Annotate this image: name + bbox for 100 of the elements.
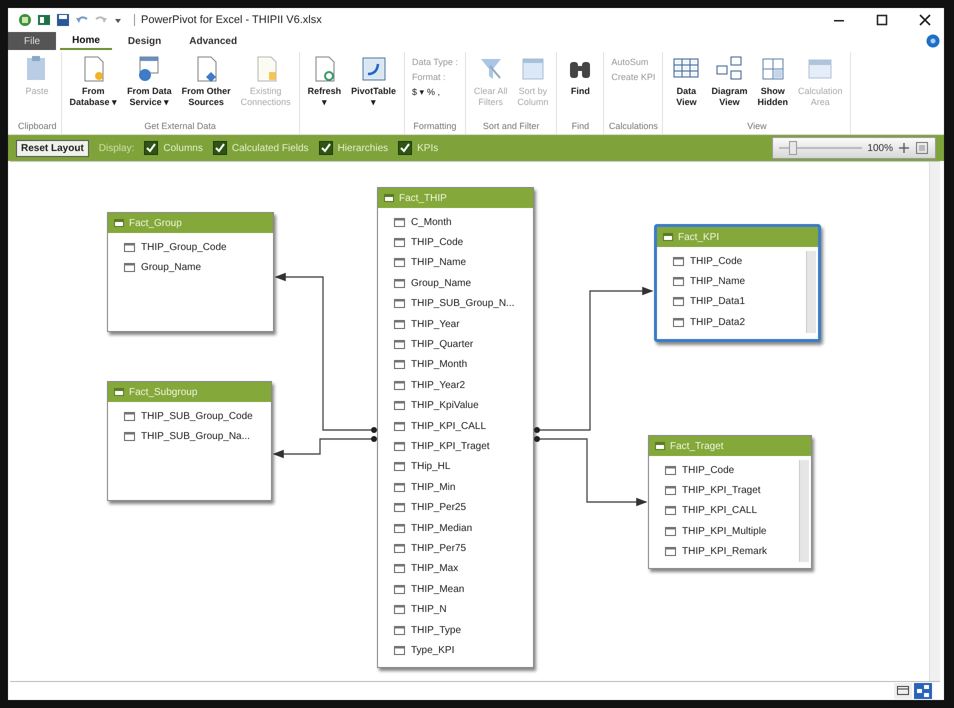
column-icon [673, 297, 684, 306]
column-icon [673, 277, 684, 286]
column-name[interactable]: THIP_KPI_Multiple [682, 526, 766, 537]
checkbox-label: Hierarchies [338, 142, 388, 154]
column-name[interactable]: THIP_KPI_CALL [682, 505, 758, 516]
column-icon [673, 256, 684, 266]
column-icon [394, 422, 405, 431]
column-icon [394, 238, 405, 248]
ribbon-button[interactable]: Diagram View [707, 52, 752, 110]
column-icon [394, 442, 405, 451]
app-icon [18, 13, 32, 27]
column-name[interactable]: THIP_Median [411, 522, 472, 534]
ribbon-button[interactable]: Data View [667, 52, 706, 110]
checkbox-label: Columns [163, 142, 203, 154]
column-name[interactable]: THIP_Quarter [411, 339, 474, 350]
ribbon-button[interactable]: Show Hidden [753, 52, 792, 110]
scrollbar[interactable] [929, 162, 940, 681]
fit-icon[interactable] [915, 141, 929, 155]
table-title: Fact_Subgroup [129, 386, 198, 398]
table-icon [663, 233, 673, 241]
slider-thumb[interactable] [789, 141, 797, 155]
table-icon [114, 219, 124, 227]
column-name[interactable]: THIP_Code [682, 464, 734, 476]
save-icon[interactable] [56, 13, 70, 27]
column-name[interactable]: THIP_KPI_CALL [411, 420, 486, 432]
column-name[interactable]: THIP_Group_Code [141, 242, 227, 253]
column-name[interactable]: THIP_Data2 [690, 316, 746, 328]
column-name[interactable]: THIP_N [411, 604, 447, 616]
column-name[interactable]: Type_KPI [411, 644, 454, 656]
ribbon-tab[interactable]: Home [60, 32, 112, 50]
column-name[interactable]: THIP_KpiValue [411, 400, 479, 412]
table-card[interactable]: Fact_Group THIP_Group_Code Group_Name [107, 212, 274, 332]
table-card[interactable] [377, 187, 534, 668]
column-name[interactable]: THIP_Code [411, 237, 464, 248]
scrollbar[interactable] [799, 460, 809, 562]
column-name[interactable]: THIP_Name [690, 276, 746, 288]
column-name[interactable]: THIP_Type [411, 624, 462, 636]
checkbox[interactable] [144, 141, 158, 155]
column-icon [394, 524, 405, 533]
table-card[interactable]: Fact_Traget THIP_Code THIP_KPI_Traget THIP_KPI_CALL THIP_KPI_Multiple THIP_KPI_Remark [648, 435, 812, 569]
ribbon-button[interactable]: $ ▾ % , [409, 86, 461, 98]
table-icon [114, 388, 124, 396]
checkbox[interactable] [398, 141, 412, 155]
column-icon [394, 340, 405, 350]
column-name[interactable]: THIP_Month [411, 359, 468, 370]
ribbon-button[interactable]: From Other Sources [178, 52, 235, 110]
checkbox-label: Calculated Fields [232, 142, 309, 154]
diagram-view-button[interactable] [914, 683, 932, 699]
column-name[interactable]: THIP_Code [690, 256, 742, 267]
column-icon [394, 360, 405, 370]
column-name[interactable]: THIP_KPI_Traget [411, 440, 490, 452]
column-name[interactable]: THIP_Min [411, 482, 456, 493]
column-name[interactable]: THIP_Max [411, 563, 458, 574]
checkbox[interactable] [212, 141, 227, 155]
ribbon-button[interactable]: From Data Service ▾ [123, 52, 176, 110]
table-card[interactable]: Fact_KPI THIP_Code THIP_Name THIP_Data1 THIP_Data2 [654, 224, 821, 342]
spreadsheet-icon[interactable] [37, 13, 51, 27]
group-label: Get External Data [143, 121, 217, 133]
column-name[interactable]: THIP_Data1 [690, 296, 746, 308]
zoom-slider[interactable] [779, 141, 862, 155]
column-name[interactable]: THIP_Per25 [411, 502, 466, 514]
table-title: Fact_THIP [399, 192, 447, 204]
group-label: View [746, 121, 768, 133]
group-label: Find [570, 121, 590, 133]
column-name[interactable]: THIP_KPI_Remark [682, 546, 768, 558]
table-title: Fact_Traget [670, 440, 724, 452]
column-name[interactable]: Group_Name [141, 262, 202, 274]
column-name[interactable]: C_Month [411, 216, 452, 228]
ribbon-button[interactable]: From Database ▾ [66, 52, 122, 110]
file-tab[interactable]: File [8, 32, 56, 50]
column-icon [394, 626, 405, 634]
column-name[interactable]: THIP_Year2 [411, 380, 466, 391]
ribbon-tab[interactable]: Design [116, 32, 174, 50]
reset-layout-button[interactable]: Reset Layout [16, 140, 89, 156]
column-name[interactable]: THIP_SUB_Group_N... [411, 298, 514, 310]
column-icon [394, 482, 405, 492]
checkbox[interactable] [318, 141, 333, 155]
column-icon [394, 605, 405, 614]
ribbon-tab[interactable]: Advanced [177, 32, 250, 50]
plus-icon[interactable] [898, 142, 910, 154]
column-name[interactable]: THIP_Mean [411, 584, 464, 595]
column-name[interactable]: THIP_SUB_Group_Code [141, 410, 253, 422]
column-name[interactable]: THIP_Name [411, 257, 466, 268]
table-card[interactable]: Fact_Subgroup THIP_SUB_Group_Code THIP_SUB_Group_Na... [107, 381, 272, 501]
column-icon [394, 646, 405, 655]
column-icon [665, 526, 676, 536]
help-icon[interactable] [926, 34, 940, 48]
column-name[interactable]: THIP_KPI_Traget [682, 485, 761, 496]
ribbon-button[interactable]: Refresh ▾ [304, 52, 346, 110]
ribbon-button[interactable]: Find [561, 52, 600, 99]
scrollbar[interactable] [806, 251, 816, 333]
column-name[interactable]: THIP_Year [411, 318, 460, 330]
column-name[interactable]: THIP_Per75 [411, 542, 466, 554]
column-name[interactable]: Group_Name [411, 278, 472, 289]
column-name[interactable]: THip_HL [411, 461, 450, 472]
column-icon [665, 506, 676, 516]
ribbon-button[interactable]: PivotTable ▾ [347, 52, 400, 110]
column-icon [394, 584, 405, 594]
column-name[interactable]: THIP_SUB_Group_Na... [141, 431, 250, 442]
grid-view-button[interactable] [894, 683, 912, 699]
